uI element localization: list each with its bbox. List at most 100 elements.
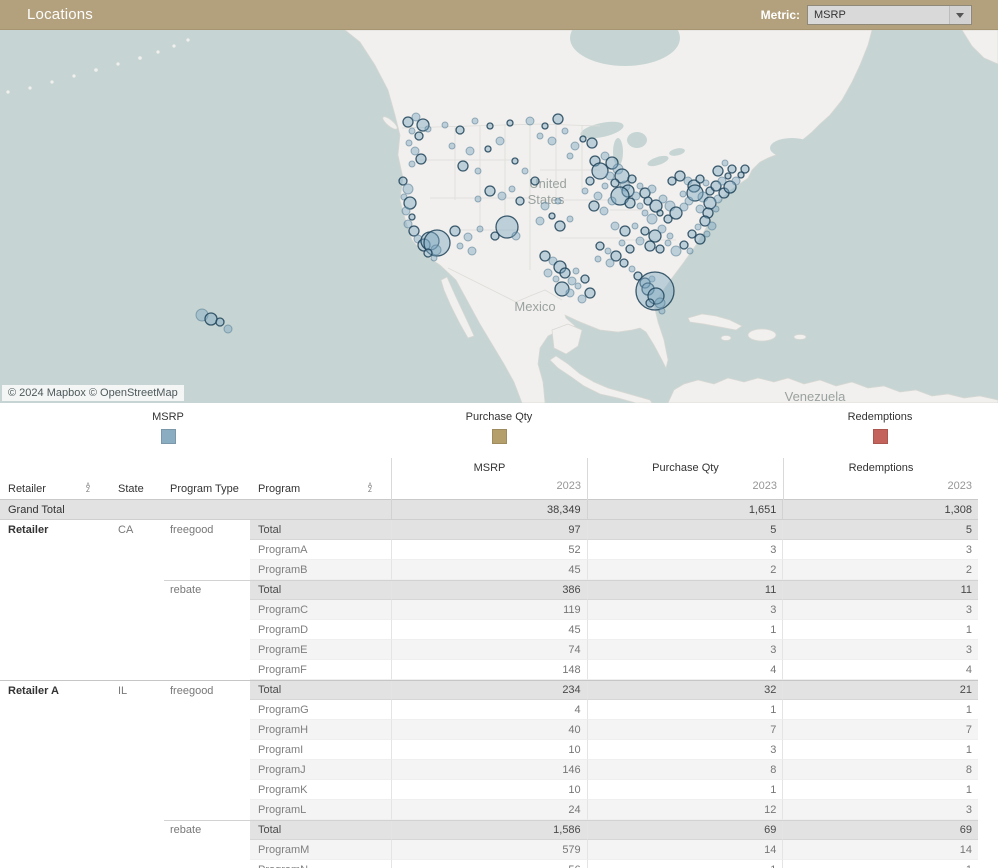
location-bubble[interactable] — [641, 227, 649, 235]
location-bubble[interactable] — [680, 191, 686, 197]
location-bubble[interactable] — [498, 192, 506, 200]
location-bubble[interactable] — [695, 224, 701, 230]
location-bubble[interactable] — [516, 197, 524, 205]
location-bubble[interactable] — [713, 206, 719, 212]
location-bubble[interactable] — [608, 197, 616, 205]
location-bubble[interactable] — [637, 183, 643, 189]
location-bubble[interactable] — [595, 256, 601, 262]
location-bubble[interactable] — [403, 184, 413, 194]
location-bubble[interactable] — [560, 268, 570, 278]
table-row[interactable]: ProgramA5233 — [0, 540, 978, 560]
location-bubble[interactable] — [553, 276, 559, 282]
location-bubble[interactable] — [548, 137, 556, 145]
location-bubble[interactable] — [485, 146, 491, 152]
location-bubble[interactable] — [582, 188, 588, 194]
legend-swatch-redemptions[interactable] — [873, 429, 888, 444]
legend-swatch-msrp[interactable] — [161, 429, 176, 444]
location-bubble[interactable] — [468, 247, 476, 255]
measure-header-purchase-qty[interactable]: Purchase Qty 2023 — [587, 458, 783, 500]
location-bubble[interactable] — [205, 313, 217, 325]
location-bubble[interactable] — [629, 266, 635, 272]
location-bubble[interactable] — [411, 147, 419, 155]
location-bubble[interactable] — [415, 132, 423, 140]
location-bubble[interactable] — [636, 237, 644, 245]
location-bubble[interactable] — [658, 225, 666, 233]
table-row[interactable]: rebateTotal3861111 — [0, 580, 978, 600]
col-header-program[interactable]: Program — [258, 483, 300, 495]
locations-map[interactable]: UnitedStatesMexicoVenezuela © 2024 Mapbo… — [0, 30, 998, 403]
location-bubble[interactable] — [526, 117, 534, 125]
table-row[interactable]: ProgramI1031 — [0, 740, 978, 760]
location-bubble[interactable] — [657, 210, 663, 216]
col-header-retailer[interactable]: Retailer — [8, 483, 46, 495]
measure-header-msrp[interactable]: MSRP 2023 — [391, 458, 587, 500]
location-bubble[interactable] — [571, 142, 579, 150]
measure-header-redemptions[interactable]: Redemptions 2023 — [783, 458, 978, 500]
location-bubble[interactable] — [587, 138, 597, 148]
location-bubble[interactable] — [566, 289, 574, 297]
location-bubble[interactable] — [537, 133, 543, 139]
location-bubble[interactable] — [562, 128, 568, 134]
location-bubble[interactable] — [600, 207, 608, 215]
table-row[interactable]: ProgramK1011 — [0, 780, 978, 800]
table-row[interactable]: ProgramB4522 — [0, 560, 978, 580]
location-bubble[interactable] — [620, 226, 630, 236]
location-bubble[interactable] — [586, 177, 594, 185]
location-bubble[interactable] — [512, 232, 520, 240]
location-bubble[interactable] — [464, 233, 472, 241]
location-bubble[interactable] — [216, 318, 224, 326]
location-bubble[interactable] — [485, 186, 495, 196]
table-row[interactable]: rebateTotal1,5866969 — [0, 820, 978, 840]
location-bubble[interactable] — [477, 226, 483, 232]
metric-dropdown-button[interactable] — [949, 6, 970, 24]
location-bubble[interactable] — [512, 158, 518, 164]
location-bubble[interactable] — [659, 195, 667, 203]
location-bubble[interactable] — [722, 160, 728, 166]
location-bubble[interactable] — [589, 201, 599, 211]
location-bubble[interactable] — [457, 243, 463, 249]
location-bubble[interactable] — [442, 122, 448, 128]
location-bubble[interactable] — [741, 165, 749, 173]
location-bubble[interactable] — [549, 213, 555, 219]
location-bubble[interactable] — [581, 275, 589, 283]
location-bubble[interactable] — [687, 248, 693, 254]
location-bubble[interactable] — [542, 123, 548, 129]
table-row[interactable]: ProgramD4511 — [0, 620, 978, 640]
location-bubble[interactable] — [431, 255, 437, 261]
location-bubble[interactable] — [544, 269, 552, 277]
col-header-state[interactable]: State — [118, 483, 144, 495]
location-bubble[interactable] — [412, 113, 420, 121]
location-bubble[interactable] — [656, 245, 664, 253]
col-header-program-type[interactable]: Program Type — [170, 483, 239, 495]
table-row[interactable]: RetailerCAfreegoodTotal9755 — [0, 520, 978, 540]
location-bubble[interactable] — [224, 325, 232, 333]
location-bubble[interactable] — [578, 295, 586, 303]
legend-item-msrp[interactable]: MSRP — [108, 411, 228, 444]
location-bubble[interactable] — [450, 226, 460, 236]
location-bubble[interactable] — [620, 259, 628, 267]
location-bubble[interactable] — [522, 168, 528, 174]
location-bubble[interactable] — [409, 214, 415, 220]
location-bubble[interactable] — [475, 196, 481, 202]
location-bubble[interactable] — [628, 175, 636, 183]
location-bubble[interactable] — [402, 207, 410, 215]
metric-dropdown[interactable]: MSRP — [807, 5, 972, 25]
location-bubble[interactable] — [667, 233, 673, 239]
location-bubble[interactable] — [487, 123, 493, 129]
location-bubble[interactable] — [659, 308, 665, 314]
location-bubble[interactable] — [680, 241, 688, 249]
legend-item-purchase-qty[interactable]: Purchase Qty — [439, 411, 559, 444]
location-bubble[interactable] — [619, 240, 625, 246]
location-bubble[interactable] — [625, 198, 635, 208]
grand-total-row[interactable]: Grand Total 38,349 1,651 1,308 — [0, 500, 978, 520]
location-bubble[interactable] — [425, 126, 431, 132]
location-bubble[interactable] — [606, 259, 614, 267]
location-bubble[interactable] — [605, 248, 611, 254]
legend-item-redemptions[interactable]: Redemptions — [820, 411, 940, 444]
legend-swatch-purchase-qty[interactable] — [492, 429, 507, 444]
location-bubble[interactable] — [695, 234, 705, 244]
location-bubble[interactable] — [580, 136, 586, 142]
location-bubble[interactable] — [647, 214, 657, 224]
table-row[interactable]: ProgramJ14688 — [0, 760, 978, 780]
location-bubble[interactable] — [541, 202, 549, 210]
